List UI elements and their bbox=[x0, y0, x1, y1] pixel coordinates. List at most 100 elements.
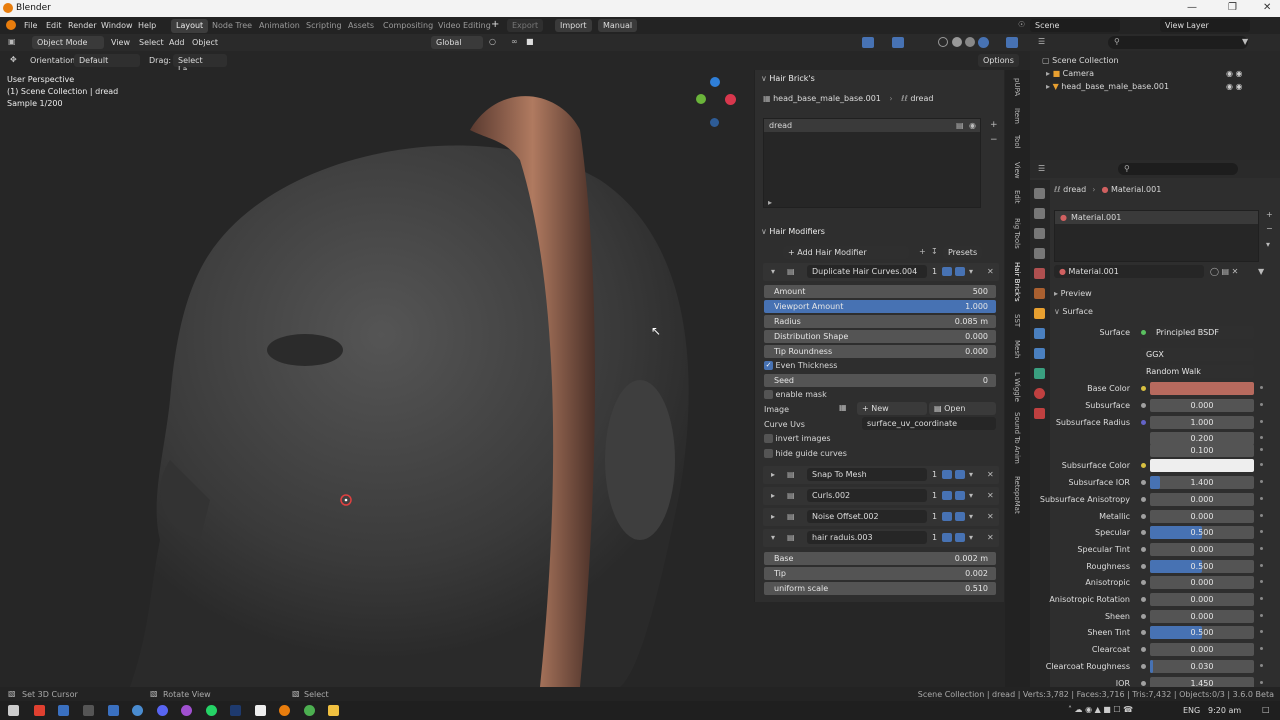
tab-item[interactable]: Item bbox=[1013, 108, 1021, 124]
manual-button[interactable]: Manual bbox=[598, 19, 638, 32]
options-dropdown[interactable]: Options bbox=[978, 54, 1019, 67]
tab-rig-tools[interactable]: Rig Tools bbox=[1013, 218, 1021, 249]
tab-view[interactable]: View bbox=[1013, 162, 1021, 179]
keyframe-dot-icon[interactable] bbox=[1260, 647, 1263, 650]
checkbox-off[interactable] bbox=[764, 449, 773, 458]
keyframe-dot-icon[interactable] bbox=[1260, 630, 1263, 633]
add-hair-modifier-dropdown[interactable]: + Add Hair Modifier bbox=[783, 246, 909, 259]
expand-icon[interactable]: ▸ bbox=[771, 491, 775, 500]
camera-visibility-icon[interactable]: ◉ ◉ bbox=[1226, 69, 1243, 78]
prop-radius[interactable]: Radius 0.085 m bbox=[764, 315, 996, 328]
sss-method-dropdown[interactable]: Random Walk bbox=[1140, 365, 1254, 378]
prop-viewport-amount[interactable]: Viewport Amount 1.000 bbox=[764, 300, 996, 313]
image-new-button[interactable]: + New bbox=[857, 402, 927, 415]
modifier-viewport-icon[interactable] bbox=[942, 512, 952, 521]
modifier-header-hair-radius[interactable]: ▾ ▤ hair raduis.003 1 ▾ ✕ bbox=[763, 529, 999, 547]
prop-amount[interactable]: Amount 500 bbox=[764, 285, 996, 298]
shader-input-field[interactable]: 0.000 bbox=[1150, 610, 1254, 623]
download-icon[interactable]: ↧ bbox=[931, 247, 938, 256]
shader-input-field[interactable]: 1.000 bbox=[1150, 416, 1254, 429]
material-slot[interactable]: ● Material.001 bbox=[1055, 211, 1258, 224]
world-tab-icon[interactable] bbox=[1034, 288, 1045, 299]
invert-images-checkbox[interactable]: invert images bbox=[764, 434, 831, 443]
object-tab-icon[interactable] bbox=[1034, 308, 1045, 319]
shader-input-field[interactable]: 0.500 bbox=[1150, 626, 1254, 639]
keyframe-dot-icon[interactable] bbox=[1260, 597, 1263, 600]
menu-edit[interactable]: Edit bbox=[46, 21, 62, 30]
keyframe-dot-icon[interactable] bbox=[1260, 497, 1263, 500]
keyframe-dot-icon[interactable] bbox=[1260, 463, 1263, 466]
slot-add-icon[interactable]: + bbox=[1266, 210, 1273, 219]
outliner-item-head[interactable]: ▸ ▼ head_base_male_base.001 bbox=[1046, 82, 1169, 91]
shading-solid-icon[interactable] bbox=[952, 37, 962, 47]
shader-input-field[interactable]: 0.000 bbox=[1150, 643, 1254, 656]
keyframe-dot-icon[interactable] bbox=[1260, 580, 1263, 583]
tab-video-editing[interactable]: Video Editing bbox=[433, 19, 496, 33]
image-open-button[interactable]: ▤ Open bbox=[929, 402, 996, 415]
gizmo-neg-z-icon[interactable] bbox=[710, 118, 719, 127]
list-remove-icon[interactable]: − bbox=[990, 133, 998, 148]
keyframe-dot-icon[interactable] bbox=[1260, 514, 1263, 517]
modifier-viewport-icon[interactable] bbox=[942, 533, 952, 542]
tab-mesh[interactable]: Mesh bbox=[1013, 340, 1021, 358]
tray-clock[interactable]: 9:20 am bbox=[1208, 706, 1241, 715]
shader-input-field[interactable]: 1.400 bbox=[1150, 476, 1254, 489]
modifier-menu-icon[interactable]: ▾ bbox=[969, 533, 973, 542]
view-layer-tab-icon[interactable] bbox=[1034, 248, 1045, 259]
prop-seed[interactable]: Seed 0 bbox=[764, 374, 996, 387]
prop-distribution-shape[interactable]: Distribution Shape 0.000 bbox=[764, 330, 996, 343]
prop-base[interactable]: Base 0.002 m bbox=[764, 552, 996, 565]
menu-view[interactable]: View bbox=[111, 38, 130, 47]
image-browse-icon[interactable]: ▦ bbox=[839, 403, 847, 412]
properties-editor-icon[interactable]: ☰ bbox=[1038, 164, 1045, 173]
shader-input-field[interactable]: 0.500 bbox=[1150, 560, 1254, 573]
view-layer-selector[interactable]: View Layer bbox=[1160, 19, 1250, 32]
modifier-viewport-icon[interactable] bbox=[942, 470, 952, 479]
tab-layout[interactable]: Layout bbox=[171, 19, 209, 33]
shading-material-icon[interactable] bbox=[965, 37, 975, 47]
modifier-header-duplicate[interactable]: ▾ ▤ Duplicate Hair Curves.004 1 ▾ ✕ bbox=[763, 263, 999, 281]
modifiers-header[interactable]: ∨ Hair Modifiers bbox=[761, 227, 825, 241]
import-button[interactable]: Import bbox=[555, 19, 592, 32]
export-button[interactable]: Export bbox=[507, 19, 544, 32]
modifier-menu-icon[interactable]: ▾ bbox=[969, 470, 973, 479]
blender-menu-icon[interactable] bbox=[6, 20, 16, 30]
edge-icon[interactable] bbox=[132, 705, 143, 716]
transform-orientation-selector[interactable]: Global bbox=[431, 36, 483, 49]
keyframe-dot-icon[interactable] bbox=[1260, 403, 1263, 406]
tab-l-wiggle[interactable]: L Wiggle bbox=[1013, 372, 1021, 402]
shader-input-field[interactable]: 0.100 bbox=[1150, 444, 1254, 457]
shader-input-field[interactable]: 0.000 bbox=[1150, 493, 1254, 506]
collapse-icon[interactable]: ▾ bbox=[771, 267, 775, 276]
modifier-delete-icon[interactable]: ✕ bbox=[987, 533, 994, 542]
inkscape-icon[interactable] bbox=[255, 705, 266, 716]
tray-icons[interactable]: ˄ ☁ ◉ ▲ ■ ☐ ☎ bbox=[1068, 705, 1133, 714]
file-app-icon[interactable] bbox=[108, 705, 119, 716]
output-tab-icon[interactable] bbox=[1034, 228, 1045, 239]
modifier-render-icon[interactable] bbox=[955, 512, 965, 521]
outliner-item-camera[interactable]: ▸ ■ Camera bbox=[1046, 69, 1094, 78]
expand-icon[interactable]: ▸ bbox=[771, 470, 775, 479]
fake-user-icon[interactable]: ◯ ▤ ✕ bbox=[1210, 267, 1238, 276]
minimize-icon[interactable]: — bbox=[1187, 2, 1197, 13]
even-thickness-checkbox[interactable]: ✓ Even Thickness bbox=[764, 361, 837, 370]
preview-panel-header[interactable]: ▸ Preview bbox=[1054, 289, 1092, 298]
pause-render-icon[interactable] bbox=[1006, 37, 1018, 48]
keyframe-dot-icon[interactable] bbox=[1260, 448, 1263, 451]
distribution-dropdown[interactable]: GGX bbox=[1140, 348, 1254, 361]
modifier-menu-icon[interactable]: ▾ bbox=[969, 491, 973, 500]
outliner-editor-icon[interactable]: ☰ bbox=[1038, 37, 1045, 46]
modifier-render-icon[interactable] bbox=[955, 533, 965, 542]
monitor-icon[interactable]: ▤ bbox=[956, 121, 964, 130]
discord-icon[interactable] bbox=[157, 705, 168, 716]
add-icon[interactable]: + bbox=[919, 247, 926, 256]
tab-assets[interactable]: Assets bbox=[343, 19, 379, 33]
tab-sst[interactable]: SST bbox=[1013, 314, 1021, 327]
keyframe-dot-icon[interactable] bbox=[1260, 530, 1263, 533]
modifier-delete-icon[interactable]: ✕ bbox=[987, 470, 994, 479]
checkbox-off[interactable] bbox=[764, 434, 773, 443]
modifier-render-icon[interactable] bbox=[955, 267, 965, 276]
enable-mask-checkbox[interactable]: enable mask bbox=[764, 390, 827, 399]
modifier-name-field[interactable]: Snap To Mesh bbox=[807, 468, 927, 481]
start-icon[interactable] bbox=[8, 705, 19, 716]
